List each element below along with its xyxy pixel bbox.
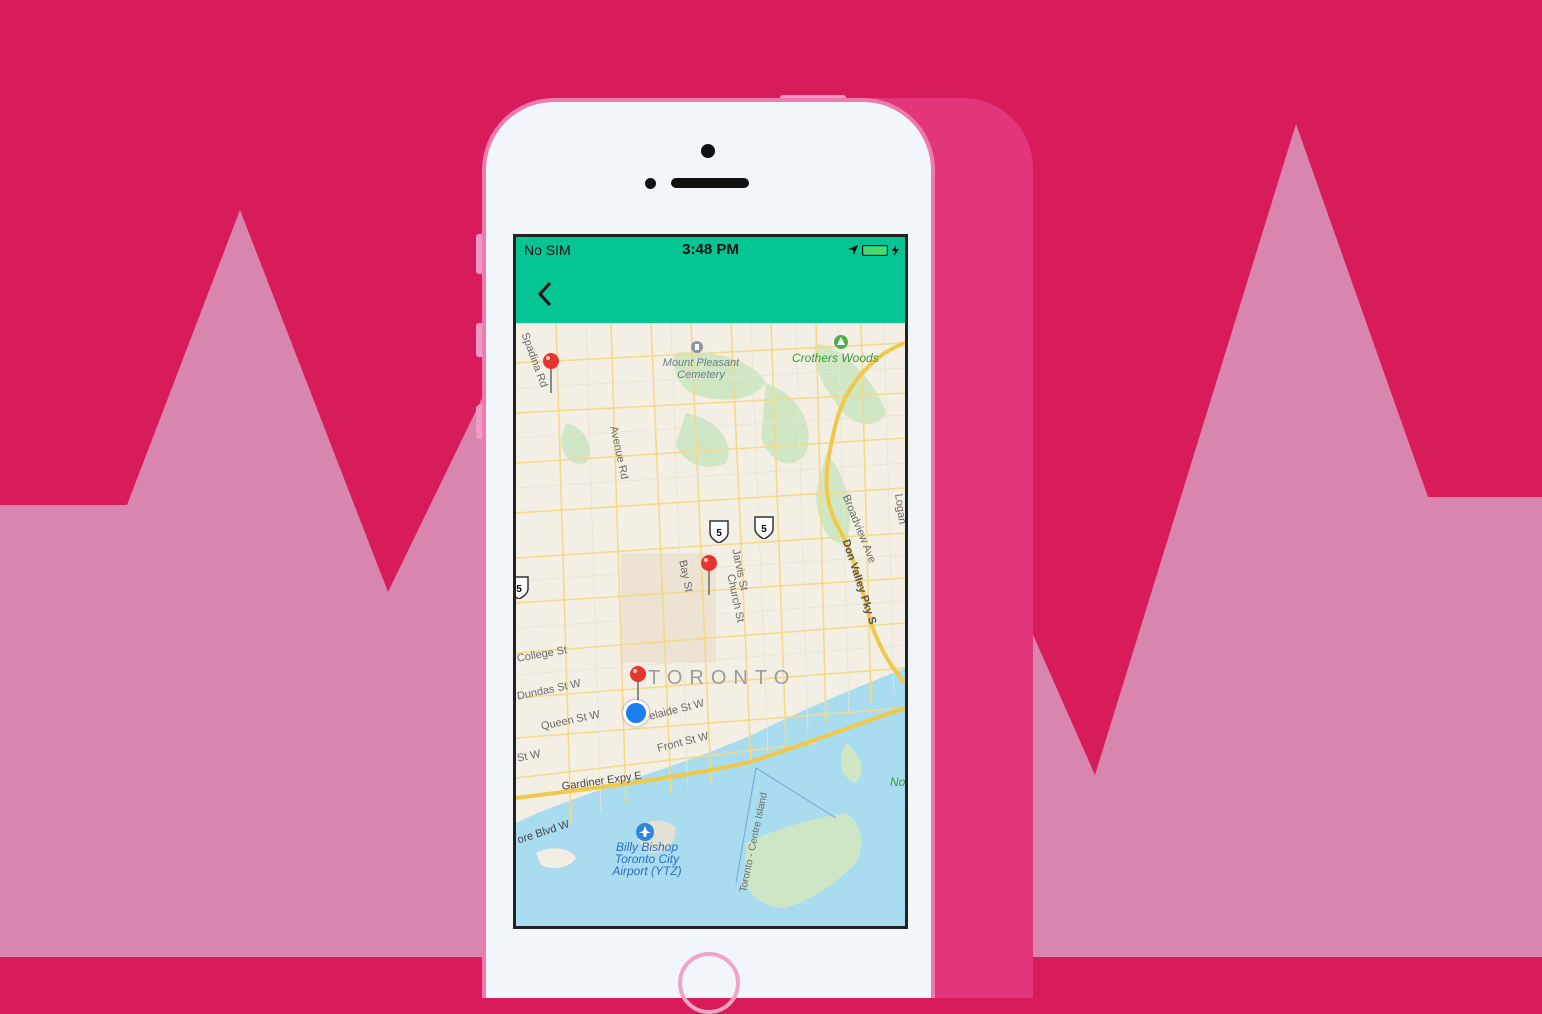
current-location-dot <box>623 700 649 726</box>
earpiece-speaker <box>671 178 749 188</box>
battery-level <box>864 246 886 254</box>
back-button[interactable] <box>530 277 560 311</box>
home-button[interactable] <box>678 952 740 1014</box>
chevron-left-icon <box>537 281 552 307</box>
route-shield-number: 5 <box>761 524 767 535</box>
app-bar: No SIM 3:48 PM <box>516 237 905 323</box>
map-canvas <box>516 323 905 926</box>
airport-icon <box>636 823 654 841</box>
volume-down-button[interactable] <box>476 405 482 439</box>
map-pin-icon[interactable] <box>542 353 560 395</box>
poi-airport[interactable]: Billy Bishop Toronto City Airport (YTZ) <box>604 841 690 877</box>
route-shield-number: 5 <box>716 528 722 539</box>
poi-woods[interactable]: Crothers Woods <box>792 351 879 365</box>
route-shield-icon: 5 <box>709 520 729 543</box>
charging-bolt-icon <box>892 244 899 256</box>
status-time: 3:48 PM <box>682 241 739 258</box>
park-icon <box>834 335 848 349</box>
mute-switch[interactable] <box>476 234 482 274</box>
volume-up-button[interactable] <box>476 323 482 357</box>
map-pin-icon[interactable] <box>700 555 718 597</box>
map-view[interactable]: Spadina Rd Avenue Rd Bay St Jarvis St Ch… <box>516 323 905 926</box>
poi-partial: No <box>890 775 905 789</box>
location-arrow-icon <box>848 245 858 255</box>
poi-cemetery[interactable]: Mount Pleasant Cemetery <box>646 357 756 381</box>
proximity-sensor <box>645 178 656 189</box>
phone-screen: No SIM 3:48 PM Spadina Rd Avenue Rd Bay … <box>513 234 908 929</box>
route-shield-number: 5 <box>516 584 522 595</box>
battery-icon <box>862 244 888 256</box>
front-camera <box>701 144 715 158</box>
city-label: TORONTO <box>648 667 797 689</box>
route-shield-icon: 5 <box>754 516 774 539</box>
cemetery-icon <box>691 341 703 353</box>
status-icons <box>848 243 899 257</box>
route-shield-icon: 5 <box>516 576 529 599</box>
